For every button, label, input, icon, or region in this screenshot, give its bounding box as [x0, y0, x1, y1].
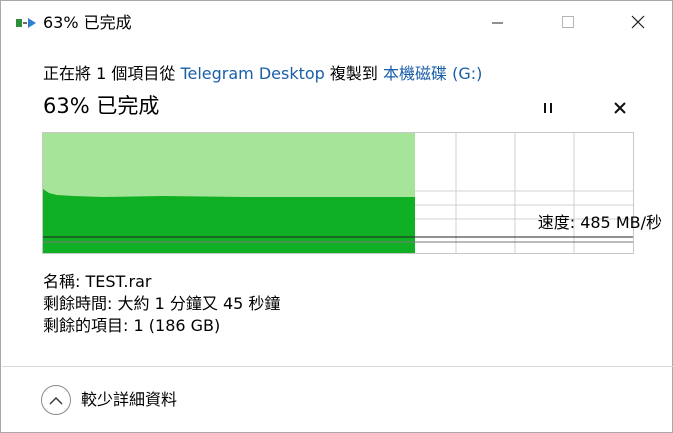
close-window-button[interactable]: [615, 1, 661, 45]
copy-progress-window: 63% 已完成 正在將 1 個項目從 Telegram Desktop 複製到 …: [0, 0, 673, 433]
progress-heading: 63% 已完成: [43, 94, 160, 118]
copy-prefix: 正在將 1 個項目從: [43, 64, 181, 83]
file-copy-icon: [15, 15, 37, 31]
detail-name-row: 名稱: TEST.rar: [43, 271, 280, 293]
time-remaining-value: 大約 1 分鐘又 45 秒鐘: [117, 294, 281, 313]
transfer-speed-graph: [42, 132, 634, 254]
speed-graph-canvas: [43, 133, 633, 253]
items-remaining-value: 1 (186 GB): [133, 316, 221, 335]
window-title: 63% 已完成: [43, 13, 132, 32]
close-icon: [631, 14, 645, 33]
pause-button[interactable]: [537, 97, 559, 119]
maximize-icon: [561, 14, 575, 33]
chevron-up-icon: [49, 391, 63, 410]
detail-time-row: 剩餘時間: 大約 1 分鐘又 45 秒鐘: [43, 293, 280, 315]
speed-readout: 速度: 485 MB/秒: [537, 213, 662, 232]
speed-history-area: [43, 189, 415, 253]
cancel-icon: [614, 99, 626, 118]
fewer-details-label[interactable]: 較少詳細資料: [81, 389, 177, 411]
name-label: 名稱:: [43, 272, 81, 291]
source-folder-link[interactable]: Telegram Desktop: [180, 64, 324, 83]
copy-middle: 複製到: [324, 64, 384, 83]
fewer-details-button[interactable]: [41, 385, 71, 415]
destination-drive-link[interactable]: 本機磁碟 (G:): [383, 64, 482, 83]
name-value: TEST.rar: [85, 272, 152, 291]
minimize-icon: [492, 14, 504, 33]
pause-icon: [542, 99, 554, 118]
cancel-button[interactable]: [609, 97, 631, 119]
maximize-button[interactable]: [545, 1, 591, 45]
transfer-details: 名稱: TEST.rar 剩餘時間: 大約 1 分鐘又 45 秒鐘 剩餘的項目:…: [43, 271, 280, 337]
footer-divider: [2, 366, 673, 367]
time-remaining-label: 剩餘時間:: [43, 294, 113, 313]
title-bar[interactable]: 63% 已完成: [1, 1, 672, 45]
copy-description: 正在將 1 個項目從 Telegram Desktop 複製到 本機磁碟 (G:…: [43, 63, 482, 85]
minimize-button[interactable]: [475, 1, 521, 45]
items-remaining-label: 剩餘的項目:: [43, 316, 129, 335]
detail-items-row: 剩餘的項目: 1 (186 GB): [43, 315, 280, 337]
